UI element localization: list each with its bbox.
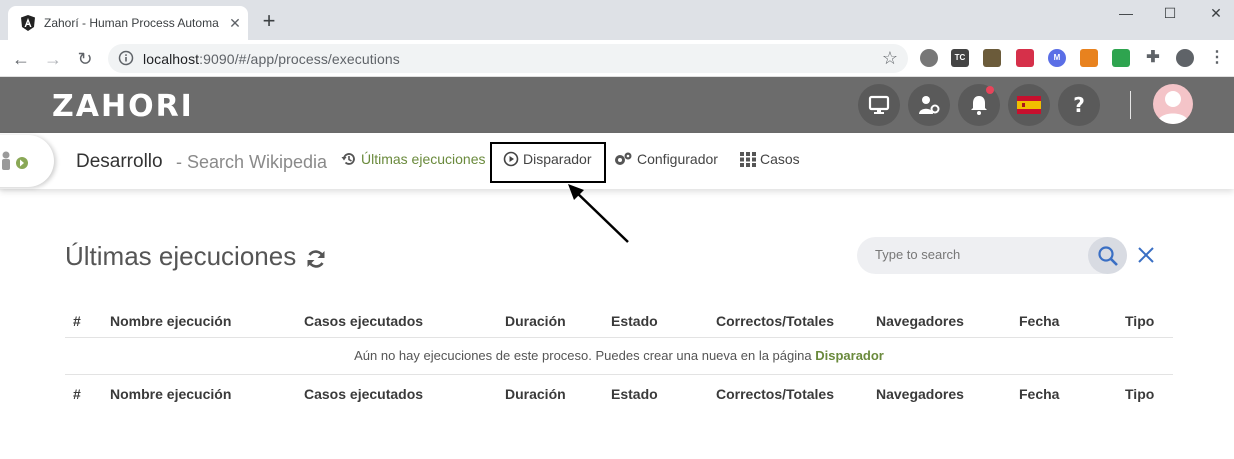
process-name-text: Search Wikipedia bbox=[187, 152, 328, 172]
tab-close-icon[interactable]: ✕ bbox=[226, 14, 244, 32]
column-footer: Navegadores bbox=[876, 386, 964, 402]
url-host: localhost bbox=[143, 51, 200, 67]
column-footer: Estado bbox=[611, 386, 658, 402]
column-header[interactable]: # bbox=[73, 313, 81, 329]
info-icon[interactable] bbox=[118, 50, 134, 66]
maximize-icon[interactable]: ☐ bbox=[1160, 3, 1180, 23]
refresh-icon[interactable] bbox=[305, 248, 327, 270]
url-path: :9090/#/app/process/executions bbox=[199, 51, 400, 67]
metamask-icon[interactable] bbox=[1080, 49, 1098, 67]
search-icon bbox=[1098, 246, 1118, 266]
process-person-icon bbox=[2, 151, 28, 170]
column-footer: Duración bbox=[505, 386, 566, 402]
extension-icon[interactable] bbox=[920, 49, 938, 67]
column-footer: Tipo bbox=[1125, 386, 1155, 402]
tab-cases-label: Casos bbox=[760, 151, 800, 167]
url-text: localhost:9090/#/app/process/executions bbox=[143, 51, 400, 67]
search-input[interactable] bbox=[875, 247, 1075, 262]
column-header[interactable]: Casos ejecutados bbox=[304, 313, 423, 329]
column-header[interactable]: Nombre ejecución bbox=[110, 313, 231, 329]
tab-cases[interactable]: Casos bbox=[740, 151, 800, 171]
back-icon[interactable]: ← bbox=[10, 48, 32, 70]
column-header[interactable]: Estado bbox=[611, 313, 658, 329]
page-title: Últimas ejecuciones bbox=[65, 241, 297, 271]
grid-icon bbox=[740, 152, 756, 167]
bell-icon bbox=[971, 96, 987, 115]
language-button[interactable] bbox=[1008, 84, 1050, 126]
project-name: Desarrollo bbox=[76, 151, 163, 172]
tab-last-executions[interactable]: Últimas ejecuciones bbox=[341, 151, 486, 171]
column-header[interactable]: Fecha bbox=[1019, 313, 1059, 329]
drive-icon[interactable] bbox=[1112, 49, 1130, 67]
help-button[interactable]: ? bbox=[1058, 84, 1100, 126]
cogs-icon bbox=[615, 152, 632, 165]
extension-icon[interactable] bbox=[1016, 49, 1034, 67]
angular-favicon-icon bbox=[21, 15, 35, 31]
menu-dots-icon[interactable]: ⋮ bbox=[1208, 49, 1226, 67]
extensions-puzzle-icon[interactable]: ✚ bbox=[1144, 49, 1162, 67]
tab-last-executions-label: Últimas ejecuciones bbox=[361, 151, 486, 167]
history-icon bbox=[341, 153, 355, 165]
annotation-arrow bbox=[568, 184, 629, 243]
process-name: - Search Wikipedia bbox=[176, 152, 327, 173]
monitor-icon bbox=[868, 95, 890, 114]
help-icon: ? bbox=[1073, 93, 1085, 117]
clear-search-icon[interactable] bbox=[1136, 245, 1156, 265]
spain-flag-icon bbox=[1017, 96, 1041, 114]
close-window-icon[interactable]: ✕ bbox=[1206, 3, 1226, 23]
column-footer: # bbox=[73, 386, 81, 402]
extension-m-icon[interactable]: M bbox=[1048, 49, 1066, 67]
tab-title: Zahorí - Human Process Automa bbox=[44, 16, 219, 30]
table-header-row: # Nombre ejecución Casos ejecutados Dura… bbox=[65, 302, 1173, 338]
annotation-highlight-box bbox=[490, 142, 606, 183]
reload-icon[interactable]: ↻ bbox=[74, 48, 96, 70]
column-header[interactable]: Duración bbox=[505, 313, 566, 329]
column-header[interactable]: Correctos/Totales bbox=[716, 313, 834, 329]
header-divider bbox=[1130, 91, 1131, 119]
tab-configurator[interactable]: Configurador bbox=[613, 151, 718, 171]
app-header: ZAHORI ? bbox=[0, 77, 1234, 133]
profile-icon[interactable] bbox=[1176, 49, 1194, 67]
column-header[interactable]: Tipo bbox=[1125, 313, 1154, 329]
column-footer: Nombre ejecución bbox=[110, 386, 232, 402]
forward-icon[interactable]: → bbox=[42, 48, 64, 70]
minimize-icon[interactable]: — bbox=[1116, 3, 1136, 23]
breadcrumb-separator: - bbox=[176, 152, 187, 172]
svg-text:?: ? bbox=[1073, 93, 1085, 117]
empty-message-text: Aún no hay ejecuciones de este proceso. … bbox=[354, 348, 812, 363]
column-header[interactable]: Navegadores bbox=[876, 313, 964, 329]
table-footer-row: # Nombre ejecución Casos ejecutados Dura… bbox=[65, 374, 1173, 410]
bookmark-star-icon[interactable]: ☆ bbox=[882, 48, 898, 69]
column-footer: Correctos/Totales bbox=[716, 386, 834, 402]
trigger-page-link[interactable]: Disparador bbox=[815, 348, 884, 363]
tab-configurator-label: Configurador bbox=[637, 151, 718, 167]
notifications-button[interactable] bbox=[958, 84, 1000, 126]
notification-dot bbox=[986, 86, 994, 94]
column-footer: Fecha bbox=[1019, 386, 1060, 402]
browser-tabstrip: Zahorí - Human Process Automa ✕ + — ☐ ✕ bbox=[0, 0, 1234, 40]
browser-toolbar: ← → ↻ localhost:9090/#/app/process/execu… bbox=[0, 40, 1234, 77]
user-settings-button[interactable] bbox=[908, 84, 950, 126]
search-button[interactable] bbox=[1088, 237, 1127, 274]
browser-tab[interactable]: Zahorí - Human Process Automa ✕ bbox=[8, 6, 248, 40]
user-settings-icon bbox=[919, 96, 940, 114]
sidebar-toggle[interactable] bbox=[0, 135, 54, 187]
avatar-icon bbox=[1157, 91, 1189, 124]
new-tab-icon[interactable]: + bbox=[258, 10, 280, 32]
empty-table-message: Aún no hay ejecuciones de este proceso. … bbox=[65, 338, 1173, 374]
monitor-button[interactable] bbox=[858, 84, 900, 126]
user-avatar[interactable] bbox=[1153, 84, 1193, 124]
address-bar[interactable]: localhost:9090/#/app/process/executions … bbox=[108, 44, 908, 73]
search-box bbox=[857, 237, 1127, 274]
extension-icon[interactable] bbox=[983, 49, 1001, 67]
zahori-logo[interactable]: ZAHORI bbox=[52, 89, 194, 124]
extension-tc-icon[interactable]: TC bbox=[951, 49, 969, 67]
column-footer: Casos ejecutados bbox=[304, 386, 424, 402]
